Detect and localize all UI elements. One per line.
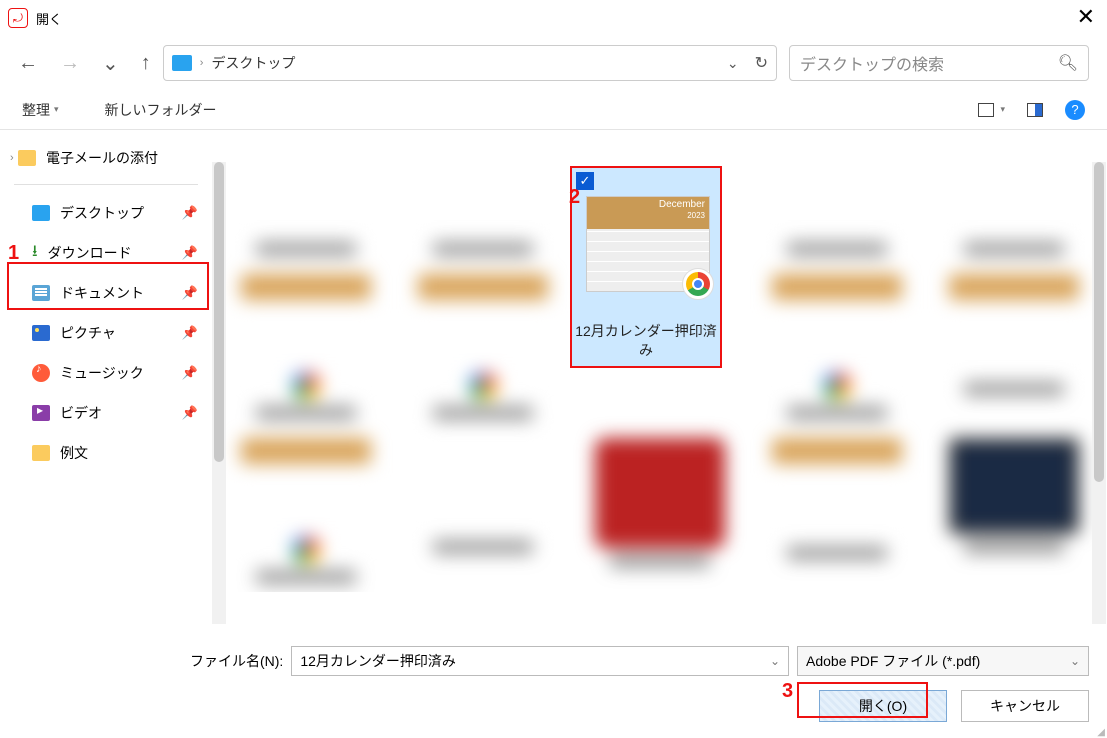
- bottom-panel: ファイル名(N): 12月カレンダー押印済み ⌄ Adobe PDF ファイル …: [0, 634, 1107, 738]
- cancel-button[interactable]: キャンセル: [961, 690, 1089, 722]
- search-placeholder: デスクトップの検索: [800, 51, 944, 75]
- sidebar-item-label: デスクトップ: [60, 203, 144, 223]
- view-square-icon: [978, 103, 994, 117]
- folder-icon: [32, 445, 50, 461]
- picture-icon: [32, 325, 50, 341]
- sidebar-item-downloads[interactable]: ⭳ ダウンロード 📌: [0, 233, 212, 273]
- organize-menu[interactable]: 整理 ▾: [22, 100, 59, 120]
- address-bar[interactable]: › デスクトップ ⌄ ↻: [163, 45, 777, 81]
- preview-pane-button[interactable]: [1027, 103, 1043, 117]
- thumb-year: 2023: [687, 211, 705, 220]
- recent-dropdown-icon[interactable]: ⌄: [102, 51, 119, 76]
- sidebar-item-label: ドキュメント: [60, 283, 144, 303]
- dropdown-arrow-icon: ▾: [54, 104, 59, 115]
- close-icon[interactable]: ✕: [1077, 4, 1095, 30]
- annotation-2: 2: [569, 186, 580, 209]
- sidebar-item-email-attachments[interactable]: › 電子メールの添付: [0, 138, 212, 178]
- pin-icon[interactable]: 📌: [182, 405, 198, 421]
- chevron-down-icon[interactable]: ⌄: [727, 55, 739, 72]
- folder-icon: [18, 150, 36, 166]
- file-item-label: 12月カレンダー押印済み: [572, 322, 720, 360]
- filetype-value: Adobe PDF ファイル (*.pdf): [806, 651, 980, 671]
- view-mode-button[interactable]: ▾: [978, 103, 1005, 117]
- dropdown-arrow-icon: ▾: [1000, 104, 1005, 115]
- chevron-down-icon[interactable]: ⌄: [770, 654, 780, 668]
- filepane-scrollbar[interactable]: [1092, 162, 1106, 624]
- pin-icon[interactable]: 📌: [182, 285, 198, 301]
- sidebar-item-documents[interactable]: ドキュメント 📌: [0, 273, 212, 313]
- back-icon[interactable]: ←: [18, 52, 38, 75]
- search-input[interactable]: デスクトップの検索 🔍︎: [789, 45, 1089, 81]
- file-item-selected[interactable]: ✓ December2023 12月カレンダー押印済み: [570, 166, 722, 368]
- annotation-3: 3: [782, 680, 793, 703]
- adobe-pdf-icon: ⤾: [8, 8, 28, 28]
- pin-icon[interactable]: 📌: [182, 245, 198, 261]
- preview-pane-icon: [1027, 103, 1043, 117]
- search-icon: 🔍︎: [1058, 53, 1078, 73]
- chevron-right-icon[interactable]: ›: [10, 152, 14, 164]
- music-icon: [32, 364, 50, 382]
- organize-label: 整理: [22, 100, 50, 120]
- sidebar-item-desktop[interactable]: デスクトップ 📌: [0, 193, 212, 233]
- video-icon: [32, 405, 50, 421]
- nav-buttons: ← → ⌄ ↑: [18, 51, 151, 76]
- up-icon[interactable]: ↑: [141, 52, 151, 75]
- sidebar-item-examples[interactable]: 例文: [0, 433, 212, 473]
- sidebar-item-pictures[interactable]: ピクチャ 📌: [0, 313, 212, 353]
- nav-row: ← → ⌄ ↑ › デスクトップ ⌄ ↻ デスクトップの検索 🔍︎: [0, 36, 1107, 90]
- document-icon: [32, 285, 50, 301]
- filename-value: 12月カレンダー押印済み: [300, 651, 456, 671]
- sidebar-scrollbar[interactable]: [212, 162, 226, 624]
- chevron-right-icon: ›: [200, 57, 204, 69]
- annotation-1: 1: [8, 242, 19, 265]
- refresh-icon[interactable]: ↻: [755, 53, 768, 73]
- filename-input[interactable]: 12月カレンダー押印済み ⌄: [291, 646, 789, 676]
- open-button[interactable]: 開く(O): [819, 690, 947, 722]
- chrome-badge-icon: [682, 268, 714, 300]
- sidebar-item-label: ミュージック: [60, 363, 144, 383]
- forward-icon[interactable]: →: [60, 52, 80, 75]
- download-icon: ⭳: [32, 240, 38, 267]
- main-area: › 電子メールの添付 デスクトップ 📌 ⭳ ダウンロード 📌 ドキュメント 📌 …: [0, 130, 1107, 592]
- sidebar-item-label: 例文: [60, 443, 88, 463]
- new-folder-button[interactable]: 新しいフォルダー: [105, 100, 217, 120]
- file-pane[interactable]: ✓ December2023 12月カレンダー押印済み: [212, 130, 1107, 592]
- desktop-icon: [32, 205, 50, 221]
- pin-icon[interactable]: 📌: [182, 365, 198, 381]
- help-icon[interactable]: ?: [1065, 100, 1085, 120]
- sidebar-item-label: ピクチャ: [60, 323, 116, 343]
- pin-icon[interactable]: 📌: [182, 325, 198, 341]
- window-title: 開く: [36, 9, 62, 28]
- sidebar: › 電子メールの添付 デスクトップ 📌 ⭳ ダウンロード 📌 ドキュメント 📌 …: [0, 130, 212, 592]
- pin-icon[interactable]: 📌: [182, 205, 198, 221]
- sidebar-separator: [14, 184, 198, 185]
- sidebar-item-label: ビデオ: [60, 403, 102, 423]
- sidebar-item-label: ダウンロード: [48, 243, 132, 263]
- title-bar: ⤾ 開く ✕: [0, 0, 1107, 36]
- thumb-month: December: [659, 199, 705, 210]
- chevron-down-icon[interactable]: ⌄: [1070, 654, 1080, 668]
- breadcrumb-location[interactable]: デスクトップ: [211, 53, 295, 73]
- filename-label: ファイル名(N):: [190, 651, 283, 671]
- sidebar-item-label: 電子メールの添付: [46, 148, 158, 168]
- sidebar-item-music[interactable]: ミュージック 📌: [0, 353, 212, 393]
- toolbar: 整理 ▾ 新しいフォルダー ▾ ?: [0, 90, 1107, 130]
- resize-grip-icon[interactable]: ◢: [1097, 730, 1105, 736]
- desktop-icon: [172, 55, 192, 71]
- filetype-select[interactable]: Adobe PDF ファイル (*.pdf) ⌄: [797, 646, 1089, 676]
- sidebar-item-videos[interactable]: ビデオ 📌: [0, 393, 212, 433]
